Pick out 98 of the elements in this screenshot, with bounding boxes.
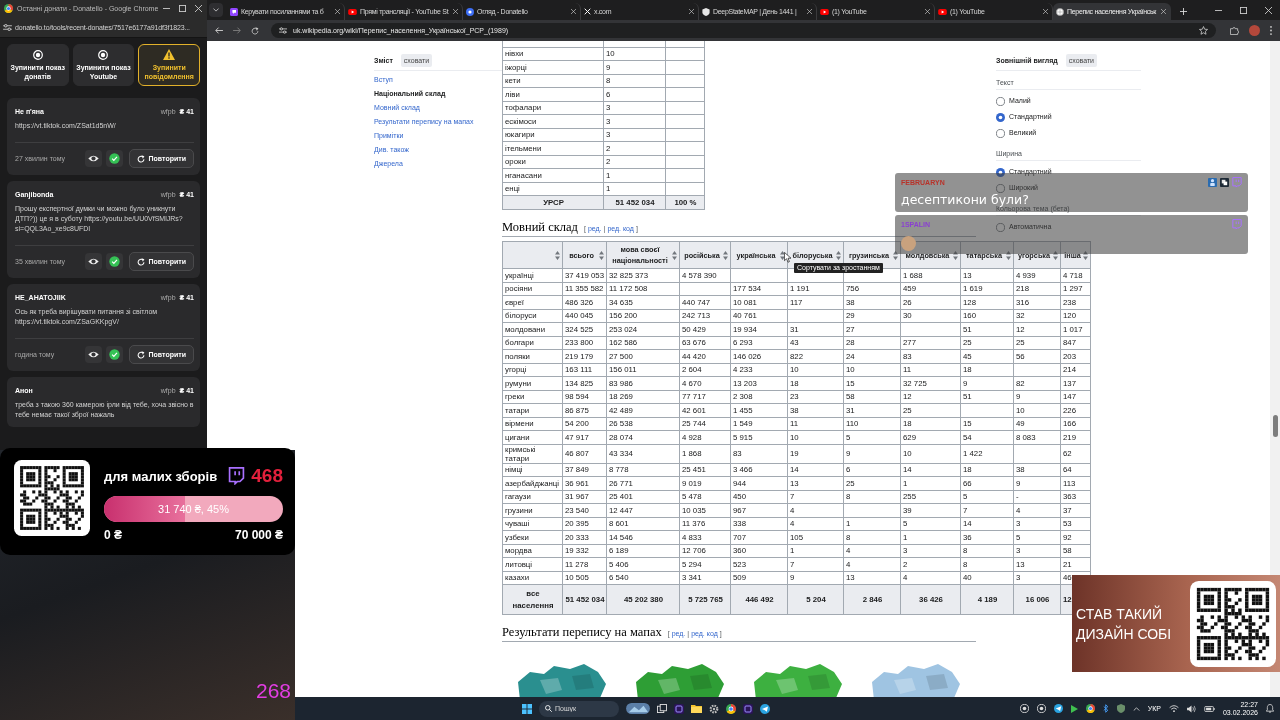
play-icon[interactable] [1070,704,1078,713]
scrollbar-thumb[interactable] [1272,415,1278,437]
cross-icon [584,8,591,15]
radio-button[interactable] [996,167,1005,177]
qr-code-icon [14,460,90,536]
eye-icon[interactable] [84,150,102,167]
square-badge-icon [1220,178,1229,187]
eye-icon[interactable] [84,346,102,363]
target-icon [98,49,109,60]
globe-icon [1056,7,1064,16]
close-icon[interactable] [1043,9,1048,14]
folder-icon[interactable] [691,704,702,713]
caret-up-icon[interactable] [1132,706,1140,711]
count-text: 468 [251,465,283,487]
tune-icon[interactable] [279,27,287,34]
section-heading: Результати перепису на мапах [502,625,662,640]
radio-button[interactable] [996,222,1005,232]
tricolor-circle-icon[interactable] [726,703,736,714]
sort-icon [723,250,728,260]
windows-logo-icon[interactable] [522,703,532,714]
qr-code-icon [1190,580,1276,667]
reload-icon [136,350,145,359]
tricolor-circle-icon [4,4,13,13]
chat-bubble-icon [228,467,246,485]
eye-icon[interactable] [84,253,102,270]
app-tile-icon[interactable] [743,703,753,714]
close-icon[interactable] [1265,7,1272,14]
max-amount: 70 000 ₴ [234,528,283,542]
reload-icon [136,154,145,163]
person-badge-icon [1208,178,1217,187]
radio-button[interactable] [996,112,1005,122]
battery-icon[interactable] [1203,705,1215,712]
progress-reading: 31 740 ₴, 45% [157,502,230,517]
check-icon [105,346,123,363]
sort-icon [1053,250,1058,260]
speaker-icon[interactable] [1186,704,1196,713]
gear-icon[interactable] [709,703,719,714]
sort-icon [953,250,958,260]
goal-title: для малих зборів [104,468,219,484]
chat-bubble-icon [1232,177,1242,188]
disc-icon [466,7,474,16]
tab-search-button[interactable] [209,3,223,17]
counter-text: 268 [255,680,291,702]
bluetooth-icon[interactable] [1102,704,1109,713]
maximize-icon[interactable] [179,5,186,12]
paper-plane-icon[interactable] [760,703,770,714]
radio-button[interactable] [996,96,1005,106]
bell-icon[interactable] [1266,704,1274,713]
search-icon [545,705,552,712]
close-icon[interactable] [335,9,340,14]
target-icon [32,49,43,60]
landscape-icon[interactable] [626,703,650,714]
play-icon [938,8,947,15]
new-tab-icon[interactable] [1180,8,1187,15]
warning-icon [163,49,176,60]
pointer-icon [784,252,792,263]
puzzle-piece-icon[interactable] [1230,26,1239,35]
sort-icon [555,250,560,260]
sort-icon [893,250,898,260]
shield-icon [702,7,710,16]
close-icon[interactable] [807,9,812,14]
tune-icon[interactable] [3,23,12,31]
reload-icon[interactable] [251,26,259,35]
close-icon[interactable] [571,9,576,14]
close-icon[interactable] [689,9,694,14]
sort-icon [1006,250,1011,260]
min-amount: 0 ₴ [104,528,122,542]
play-icon [348,8,357,15]
close-icon[interactable] [453,9,458,14]
forward-icon[interactable] [233,27,241,34]
check-icon [105,150,123,167]
check-icon [105,253,123,270]
sort-icon [599,250,604,260]
reload-icon [136,257,145,266]
radio-button[interactable] [996,183,1005,193]
close-icon[interactable] [195,5,202,12]
two-squares-icon[interactable] [657,704,667,713]
wifi-icon[interactable] [1168,705,1179,712]
back-icon[interactable] [215,27,223,34]
sort-icon [672,250,677,260]
play-icon [820,8,829,15]
close-icon[interactable] [925,9,930,14]
sort-icon [836,250,841,260]
sort-icon [1083,250,1088,260]
star-icon[interactable] [1199,26,1208,35]
chat-bubble-icon [1232,219,1242,230]
close-icon[interactable] [1161,9,1166,14]
sort-icon [780,250,785,260]
section-heading: Мовний склад [502,220,578,235]
emote-icon [901,236,916,251]
tricolor-circle-icon[interactable] [1085,704,1095,713]
app-tile-icon[interactable] [674,703,684,714]
caret-down-icon [213,8,219,12]
paper-plane-icon[interactable] [1053,704,1063,713]
maximize-icon[interactable] [1240,7,1247,14]
chat-bubble-icon [230,7,238,16]
radio-button[interactable] [996,128,1005,138]
shield-icon[interactable] [1116,704,1125,713]
